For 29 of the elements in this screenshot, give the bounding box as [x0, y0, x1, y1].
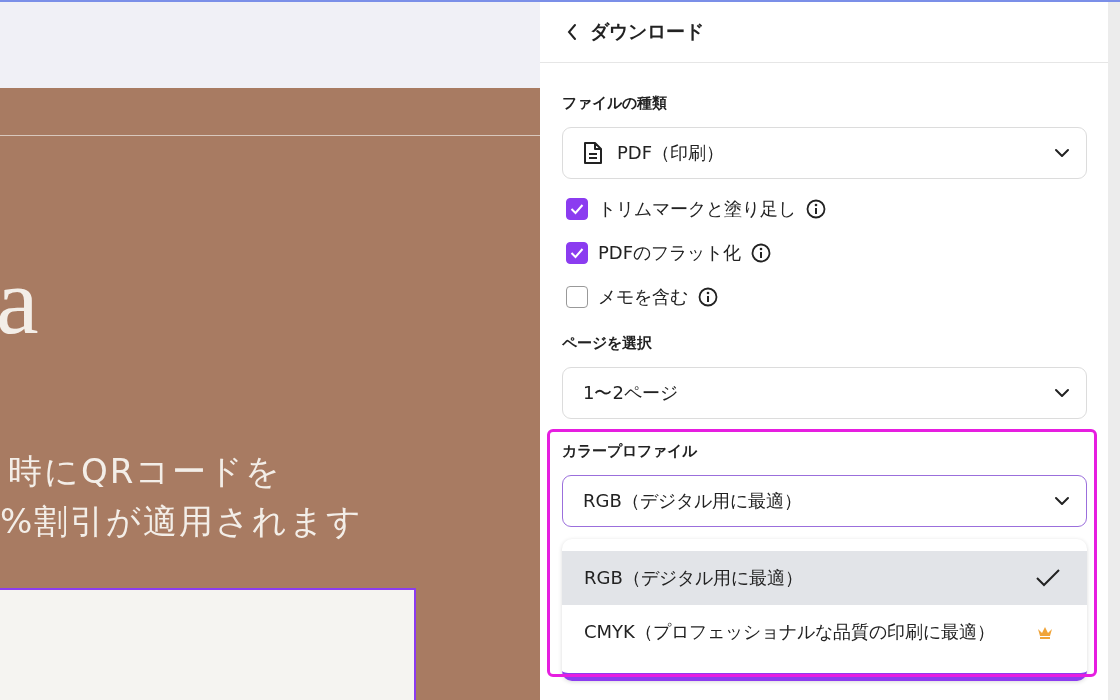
info-icon[interactable]	[698, 287, 718, 307]
checkbox[interactable]	[566, 198, 588, 220]
menu-option[interactable]: RGB（デジタル用に最適）	[562, 551, 1087, 605]
body-text: %割引が適用されます	[0, 500, 364, 543]
option-label: PDFのフラット化	[598, 241, 742, 265]
back-icon[interactable]	[566, 23, 578, 41]
menu-option[interactable]: CMYK（プロフェッショナルな品質の印刷に最適）	[562, 605, 1087, 659]
section-label: カラープロファイル	[562, 441, 698, 462]
checkmark-icon	[1035, 568, 1061, 588]
section-label: ファイルの種類	[562, 93, 668, 114]
info-icon[interactable]	[806, 199, 826, 219]
page-range-dropdown[interactable]: 1〜2ページ	[562, 367, 1087, 419]
chevron-down-icon	[1054, 496, 1070, 506]
color-profile-dropdown[interactable]: RGB（デジタル用に最適）	[562, 475, 1087, 527]
option-label: メモを含む	[598, 285, 688, 309]
info-icon[interactable]	[751, 243, 772, 263]
option-label: トリムマークと塗り足し	[598, 197, 796, 221]
checkbox[interactable]	[566, 286, 588, 308]
file-type-dropdown[interactable]: PDF（印刷）	[562, 127, 1087, 179]
checkbox[interactable]	[566, 242, 588, 264]
section-label: ページを選択	[562, 333, 653, 354]
document-icon	[583, 141, 603, 165]
selected-card[interactable]	[0, 588, 416, 700]
panel-title: ダウンロード	[590, 19, 704, 44]
checkmark-icon	[570, 247, 584, 259]
chevron-down-icon	[1054, 388, 1070, 398]
checkmark-icon	[570, 203, 584, 215]
body-text: 時にQRコードを	[7, 450, 284, 493]
chevron-down-icon	[1054, 148, 1070, 158]
